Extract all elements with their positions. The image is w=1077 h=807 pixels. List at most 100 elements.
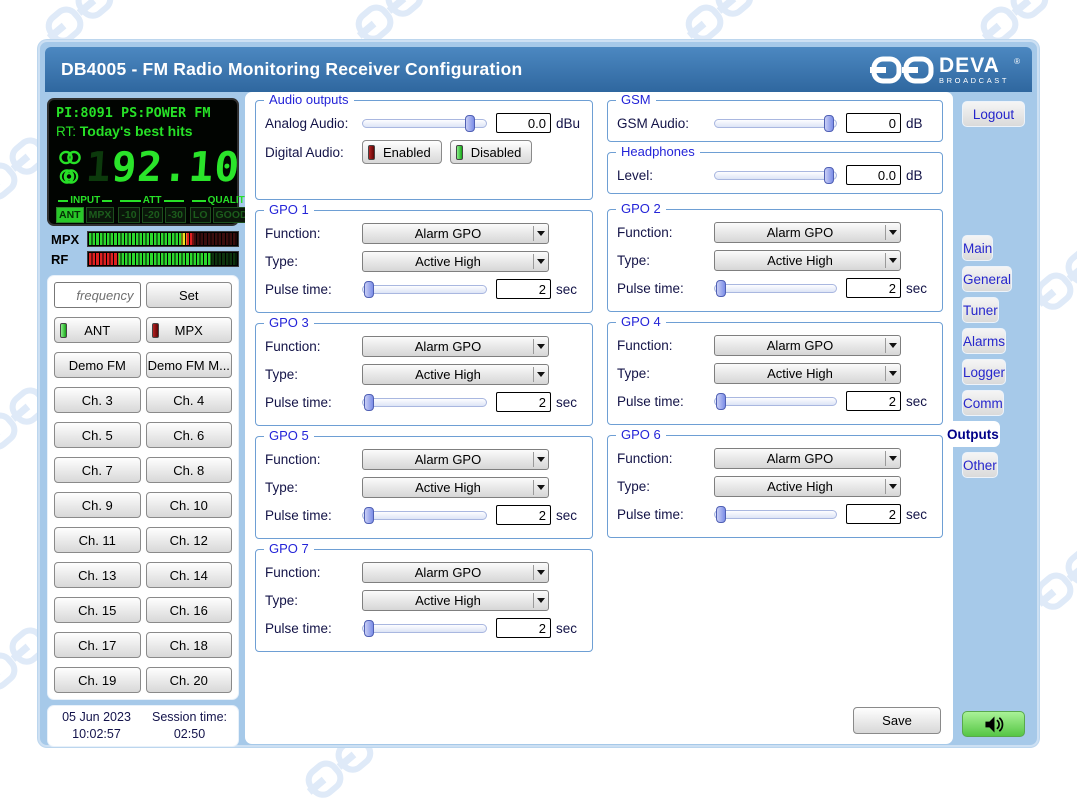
pulse-time-unit: sec [556, 508, 583, 523]
nav-item-comm[interactable]: Comm [962, 390, 1004, 416]
gsm-audio-slider[interactable] [714, 119, 837, 128]
preset-button-14[interactable]: Ch. 14 [146, 562, 233, 588]
chevron-down-icon [533, 480, 548, 495]
chevron-down-icon [885, 338, 900, 353]
mpx-input-button[interactable]: MPX [146, 317, 233, 343]
preset-button-8[interactable]: Ch. 8 [146, 457, 233, 483]
digital-audio-enabled-button[interactable]: Enabled [362, 140, 442, 164]
slider-thumb[interactable] [364, 394, 374, 411]
analog-audio-slider[interactable] [362, 119, 487, 128]
gpo1-function-select[interactable]: Alarm GPO [362, 223, 549, 244]
preset-button-2[interactable]: Demo FM M... [146, 352, 233, 378]
logo-sub: BROADCAST [939, 77, 1009, 85]
preset-button-18[interactable]: Ch. 18 [146, 632, 233, 658]
chevron-down-icon [533, 565, 548, 580]
gpo6-type-select[interactable]: Active High [714, 476, 901, 497]
preset-button-9[interactable]: Ch. 9 [54, 492, 141, 518]
gpo1-pulse-time-slider[interactable] [362, 285, 487, 294]
nav-item-alarms[interactable]: Alarms [962, 328, 1006, 354]
section-title: GPO 6 [616, 427, 666, 442]
gpo5-type-select[interactable]: Active High [362, 477, 549, 498]
slider-thumb[interactable] [364, 620, 374, 637]
gpo2-function-select[interactable]: Alarm GPO [714, 222, 901, 243]
preset-button-16[interactable]: Ch. 16 [146, 597, 233, 623]
chevron-down-icon [533, 254, 548, 269]
slider-thumb[interactable] [824, 115, 834, 132]
input-mpx-indicator: MPX [86, 207, 115, 223]
save-button[interactable]: Save [853, 707, 941, 734]
gpo5-pulse-time-slider[interactable] [362, 511, 487, 520]
gpo4-pulse-time-value[interactable] [846, 391, 901, 411]
preset-button-10[interactable]: Ch. 10 [146, 492, 233, 518]
gpo4-pulse-time-slider[interactable] [714, 397, 837, 406]
ant-input-button[interactable]: ANT [54, 317, 141, 343]
pi-value: 8091 [80, 105, 113, 121]
gpo5-function-select[interactable]: Alarm GPO [362, 449, 549, 470]
gpo5-pulse-time-value[interactable] [496, 505, 551, 525]
type-label: Type: [265, 254, 362, 269]
frequency-input[interactable] [54, 282, 141, 308]
analog-audio-value[interactable] [496, 113, 551, 133]
preset-button-11[interactable]: Ch. 11 [54, 527, 141, 553]
preset-button-19[interactable]: Ch. 19 [54, 667, 141, 693]
slider-thumb[interactable] [364, 281, 374, 298]
preset-button-20[interactable]: Ch. 20 [146, 667, 233, 693]
gpo2-pulse-time-value[interactable] [846, 278, 901, 298]
nav-item-general[interactable]: General [962, 266, 1012, 292]
quality-lo-indicator: LO [190, 207, 211, 223]
gpo2-type-select[interactable]: Active High [714, 250, 901, 271]
logout-button[interactable]: Logout [962, 101, 1025, 127]
gpo6-pulse-time-value[interactable] [846, 504, 901, 524]
digital-audio-disabled-button[interactable]: Disabled [450, 140, 533, 164]
preset-button-1[interactable]: Demo FM [54, 352, 141, 378]
ant-led-icon [60, 323, 67, 338]
slider-thumb[interactable] [824, 167, 834, 184]
preset-button-3[interactable]: Ch. 3 [54, 387, 141, 413]
frequency-value: 92.10 [110, 143, 242, 191]
att-indicator-group: ATT -10 -20 -30 [118, 196, 186, 223]
preset-button-7[interactable]: Ch. 7 [54, 457, 141, 483]
nav-item-other[interactable]: Other [962, 452, 998, 478]
status-bar: 05 Jun 2023 10:02:57 Session time: 02:50 [47, 705, 239, 747]
slider-thumb[interactable] [716, 280, 726, 297]
gpo1-type-select[interactable]: Active High [362, 251, 549, 272]
gsm-audio-value[interactable] [846, 113, 901, 133]
gpo6-function-select[interactable]: Alarm GPO [714, 448, 901, 469]
preset-button-12[interactable]: Ch. 12 [146, 527, 233, 553]
headphones-level-value[interactable] [846, 165, 901, 185]
headphones-level-slider[interactable] [714, 171, 837, 180]
gpo4-function-select[interactable]: Alarm GPO [714, 335, 901, 356]
preset-button-6[interactable]: Ch. 6 [146, 422, 233, 448]
audio-monitor-button[interactable] [962, 711, 1025, 737]
slider-thumb[interactable] [716, 393, 726, 410]
gpo3-function-select[interactable]: Alarm GPO [362, 336, 549, 357]
set-button[interactable]: Set [146, 282, 233, 308]
nav-item-tuner[interactable]: Tuner [962, 297, 999, 323]
nav-item-logger[interactable]: Logger [962, 359, 1006, 385]
slider-thumb[interactable] [364, 507, 374, 524]
gpo3-pulse-time-slider[interactable] [362, 398, 487, 407]
pulse-time-unit: sec [906, 394, 933, 409]
stereo-icon [56, 150, 86, 165]
preset-button-4[interactable]: Ch. 4 [146, 387, 233, 413]
gpo1-pulse-time-value[interactable] [496, 279, 551, 299]
page-title: DB4005 - FM Radio Monitoring Receiver Co… [61, 59, 870, 80]
gpo3-type-select[interactable]: Active High [362, 364, 549, 385]
nav-item-main[interactable]: Main [962, 235, 993, 261]
nav-item-outputs[interactable]: Outputs [946, 421, 1000, 447]
slider-thumb[interactable] [716, 506, 726, 523]
preset-button-5[interactable]: Ch. 5 [54, 422, 141, 448]
gpo4-type-select[interactable]: Active High [714, 363, 901, 384]
gpo7-pulse-time-slider[interactable] [362, 624, 487, 633]
gpo2-pulse-time-slider[interactable] [714, 284, 837, 293]
preset-button-13[interactable]: Ch. 13 [54, 562, 141, 588]
gpo7-function-select[interactable]: Alarm GPO [362, 562, 549, 583]
gpo7-pulse-time-value[interactable] [496, 618, 551, 638]
gpo3-pulse-time-value[interactable] [496, 392, 551, 412]
gpo6-pulse-time-slider[interactable] [714, 510, 837, 519]
chevron-down-icon [885, 451, 900, 466]
preset-button-15[interactable]: Ch. 15 [54, 597, 141, 623]
gpo7-type-select[interactable]: Active High [362, 590, 549, 611]
preset-button-17[interactable]: Ch. 17 [54, 632, 141, 658]
slider-thumb[interactable] [465, 115, 475, 132]
